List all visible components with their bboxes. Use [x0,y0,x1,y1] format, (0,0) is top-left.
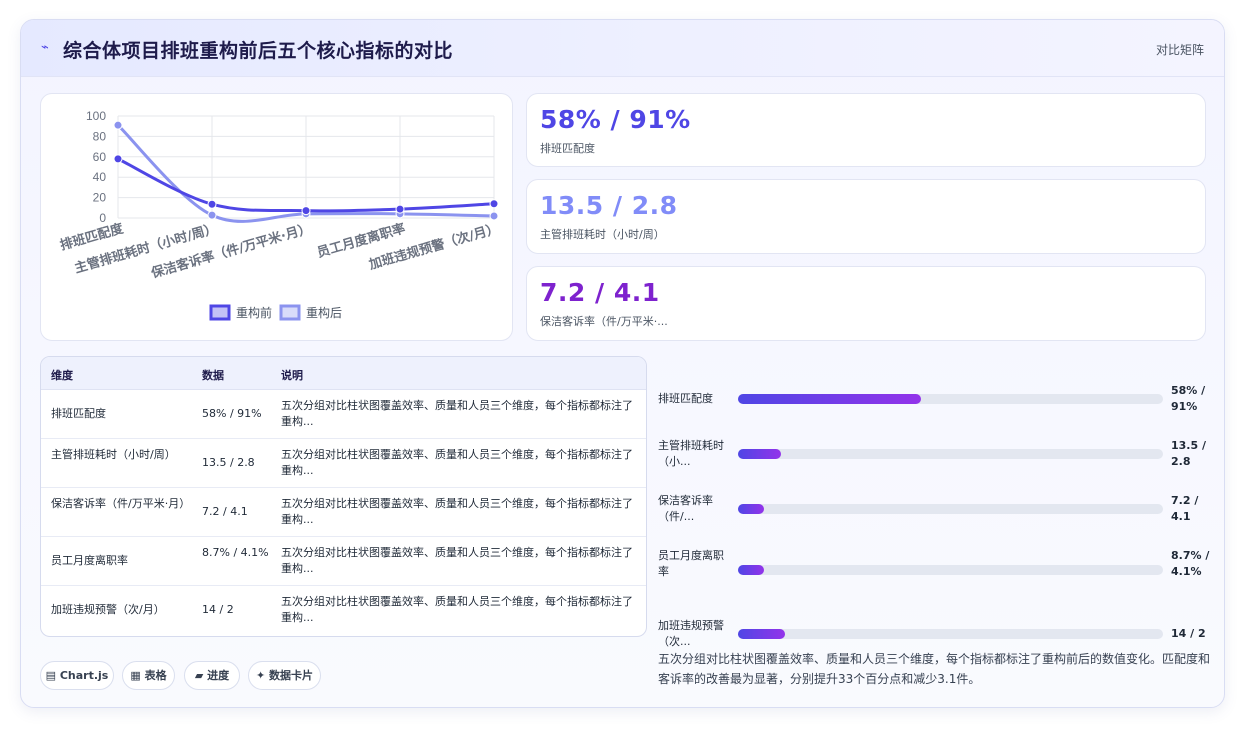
cell-data: 13.5 / 2.8 [202,456,255,469]
header-bar: ⌁ 综合体项目排班重构前后五个核心指标的对比 对比矩阵 [21,20,1224,77]
cell-note: 五次分组对比柱状图覆盖效率、质量和人员三个维度，每个指标都标注了重构... [281,546,633,575]
progress-value: 13.5 / 2.8 [1171,439,1206,468]
summary-text: 五次分组对比柱状图覆盖效率、质量和人员三个维度，每个指标都标注了重构前后的数值变… [658,652,1211,686]
progress-value: 8.7% / 4.1% [1171,549,1210,578]
y-tick-label: 20 [93,191,107,205]
table-row: 保洁客诉率（件/万平米·月） 7.2 / 4.1 五次分组对比柱状图覆盖效率、质… [41,488,646,537]
data-point [395,204,405,214]
cell-dimension: 员工月度离职率 [51,554,128,567]
data-point [113,120,123,130]
progress-fill [738,394,921,404]
trend-line-icon: ⌁ [41,40,49,55]
stat-value: 13.5 / 2.8 [540,191,678,220]
data-point [301,206,311,216]
cell-dimension: 保洁客诉率（件/万平米·月） [51,497,191,510]
table-row: 主管排班耗时（小时/周） 13.5 / 2.8 五次分组对比柱状图覆盖效率、质量… [41,439,646,488]
progress-label: 员工月度离职率 [658,549,724,578]
table-chip[interactable]: ▦ 表格 [122,661,175,690]
progress-label: 主管排班耗时（小... [658,439,724,468]
legend-swatch [279,304,301,321]
chartjs-chip[interactable]: ▤ Chart.js [40,661,114,690]
legend-swatch [209,304,231,321]
x-tick-label: 保洁客诉率（件/万平米·月） [148,220,313,281]
stat-value: 58% / 91% [540,105,691,134]
table-row: 加班违规预警（次/月） 14 / 2 五次分组对比柱状图覆盖效率、质量和人员三个… [41,586,646,635]
page-title: 综合体项目排班重构前后五个核心指标的对比 [63,40,454,62]
progress-label: 加班违规预警（次... [658,619,724,648]
stat-label: 排班匹配度 [540,142,595,155]
progress-track [738,394,1163,404]
column-header-data: 数据 [202,369,224,382]
progress-value: 14 / 2 [1171,627,1206,640]
data-point [113,154,123,164]
stat-card-scheduling-time: 13.5 / 2.8 主管排班耗时（小时/周） [526,179,1206,254]
progress-track [738,504,1163,514]
stat-value: 7.2 / 4.1 [540,278,660,307]
progress-track [738,629,1163,639]
cell-data: 7.2 / 4.1 [202,505,248,518]
y-tick-label: 100 [86,109,106,123]
legend-label: 重构后 [306,305,342,320]
legend-label: 重构前 [236,305,272,320]
progress-label: 排班匹配度 [658,392,713,405]
progress-fill [738,504,764,514]
progress-fill [738,629,785,639]
stat-card-match: 58% / 91% 排班匹配度 [526,93,1206,167]
table-row: 排班匹配度 58% / 91% 五次分组对比柱状图覆盖效率、质量和人员三个维度，… [41,390,646,439]
stat-label: 主管排班耗时（小时/周） [540,228,665,241]
stat-label: 保洁客诉率（件/万平米·... [540,315,668,328]
progress-chip[interactable]: ▰ 进度 [184,661,240,690]
progress-value: 58% / 91% [1171,384,1206,413]
cell-data: 58% / 91% [202,407,262,420]
cell-dimension: 排班匹配度 [51,407,106,420]
line-chart-card: 100 80 60 40 20 0 排班匹配度 主管排班耗时（小时/周） 保洁客诉率（件/万平米… [40,93,513,341]
data-point [489,199,499,209]
x-tick-label: 排班匹配度 [58,220,126,254]
progress-fill [738,565,764,575]
table-row: 员工月度离职率 8.7% / 4.1% 五次分组对比柱状图覆盖效率、质量和人员三… [41,537,646,586]
cell-data: 14 / 2 [202,603,234,616]
cell-note: 五次分组对比柱状图覆盖效率、质量和人员三个维度，每个指标都标注了重构... [281,497,633,526]
y-tick-label: 40 [93,170,107,184]
cell-note: 五次分组对比柱状图覆盖效率、质量和人员三个维度，每个指标都标注了重构... [281,399,633,428]
compare-matrix-link[interactable]: 对比矩阵 [1156,41,1204,58]
progress-fill [738,449,781,459]
data-point [207,210,217,220]
line-chart: 100806040200排班匹配度主管排班耗时（小时/周）保洁客诉率（件/万平米… [58,109,501,321]
progress-value: 7.2 / 4.1 [1171,494,1199,523]
progress-track [738,565,1163,575]
table-header: 维度 数据 说明 [41,357,646,390]
cell-data: 8.7% / 4.1% [202,546,269,559]
data-point [207,199,217,209]
column-header-dimension: 维度 [51,369,73,382]
y-tick-label: 0 [99,211,106,225]
cell-dimension: 加班违规预警（次/月） [51,603,165,616]
data-card-chip[interactable]: ✦ 数据卡片 [248,661,321,690]
cell-dimension: 主管排班耗时（小时/周） [51,448,176,461]
data-point [489,211,499,221]
cell-note: 五次分组对比柱状图覆盖效率、质量和人员三个维度，每个指标都标注了重构... [281,448,633,477]
column-header-note: 说明 [281,369,303,382]
cell-note: 五次分组对比柱状图覆盖效率、质量和人员三个维度，每个指标都标注了重构... [281,595,633,624]
y-tick-label: 80 [93,129,107,143]
progress-label: 保洁客诉率（件/... [658,494,713,523]
dashboard-frame: ⌁ 综合体项目排班重构前后五个核心指标的对比 对比矩阵 100 80 60 40 20 0… [20,19,1225,708]
y-tick-label: 60 [93,150,107,164]
data-table: 维度 数据 说明 排班匹配度 58% / 91% 五次分组对比柱状图覆盖效率、质… [40,356,647,637]
progress-track [738,449,1163,459]
stat-card-complaint-rate: 7.2 / 4.1 保洁客诉率（件/万平米·... [526,266,1206,341]
